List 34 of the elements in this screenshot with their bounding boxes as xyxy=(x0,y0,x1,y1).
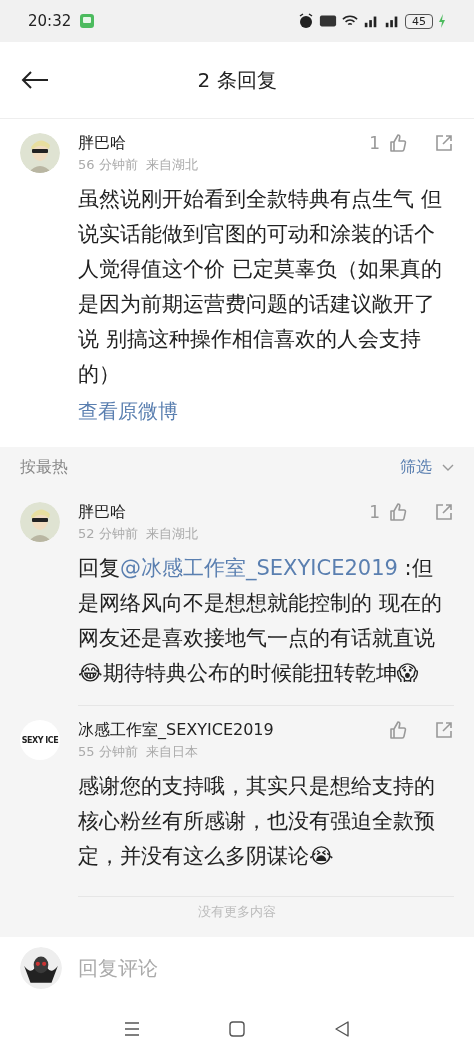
page-title: 2 条回复 xyxy=(197,66,277,94)
author-name[interactable]: 冰感工作室_SEXYICE2019 xyxy=(78,720,274,741)
status-time: 20:32 xyxy=(28,12,72,30)
reply-input[interactable]: 回复评论 xyxy=(76,955,454,981)
author-name[interactable]: 胖巴哈 xyxy=(78,133,198,154)
reply-text: 感谢您的支持哦，其实只是想给支持的核心粉丝有所感谢，也没有强迫全款预定，并没有这么多阴谋论😭 xyxy=(78,773,436,870)
avatar-logo[interactable]: SEXY ICE xyxy=(20,720,60,760)
like-count: 1 xyxy=(369,502,380,522)
share-icon[interactable] xyxy=(434,502,454,522)
share-icon[interactable] xyxy=(434,133,454,153)
chevron-down-icon xyxy=(442,463,454,472)
back-arrow-icon[interactable] xyxy=(20,70,50,90)
filter-button[interactable]: 筛选 xyxy=(400,457,454,478)
charging-icon xyxy=(438,13,446,29)
thumbs-up-icon[interactable] xyxy=(388,502,408,522)
like-count: 1 xyxy=(369,133,380,153)
alarm-icon xyxy=(298,13,314,29)
battery-level: 45 xyxy=(405,13,433,29)
mention-link[interactable]: @冰感工作室_SEXYICE2019 xyxy=(120,556,398,580)
post-time: 52 分钟前 xyxy=(78,525,138,543)
post-time: 56 分钟前 xyxy=(78,156,138,174)
view-original-link[interactable]: 查看原微博 xyxy=(78,398,178,425)
reply-text: 回复@冰感工作室_SEXYICE2019 :但是网络风向不是想想就能控制的 现在的网友还是喜欢接地气一点的有话就直说😂期待特典公布的时候能扭转乾坤😱 xyxy=(78,555,443,687)
post-location: 来自湖北 xyxy=(145,525,198,543)
post-location: 来自湖北 xyxy=(145,156,198,174)
home-icon[interactable] xyxy=(227,1019,247,1039)
thumbs-up-icon[interactable] xyxy=(388,720,408,740)
share-icon[interactable] xyxy=(434,720,454,740)
author-name[interactable]: 胖巴哈 xyxy=(78,502,198,523)
thumbs-up-icon[interactable] xyxy=(388,133,408,153)
post-time: 55 分钟前 xyxy=(78,743,138,761)
post-location: 来自日本 xyxy=(145,743,198,761)
message-icon xyxy=(79,13,96,29)
comment-text: 虽然说刚开始看到全款特典有点生气 但说实话能做到官图的可动和涂装的话个人觉得值这个价 已定莫辜负（如果真的是因为前期运营费问题的话建议敞开了说 别搞这种操作相信喜欢的人会支持的） xyxy=(78,186,443,388)
